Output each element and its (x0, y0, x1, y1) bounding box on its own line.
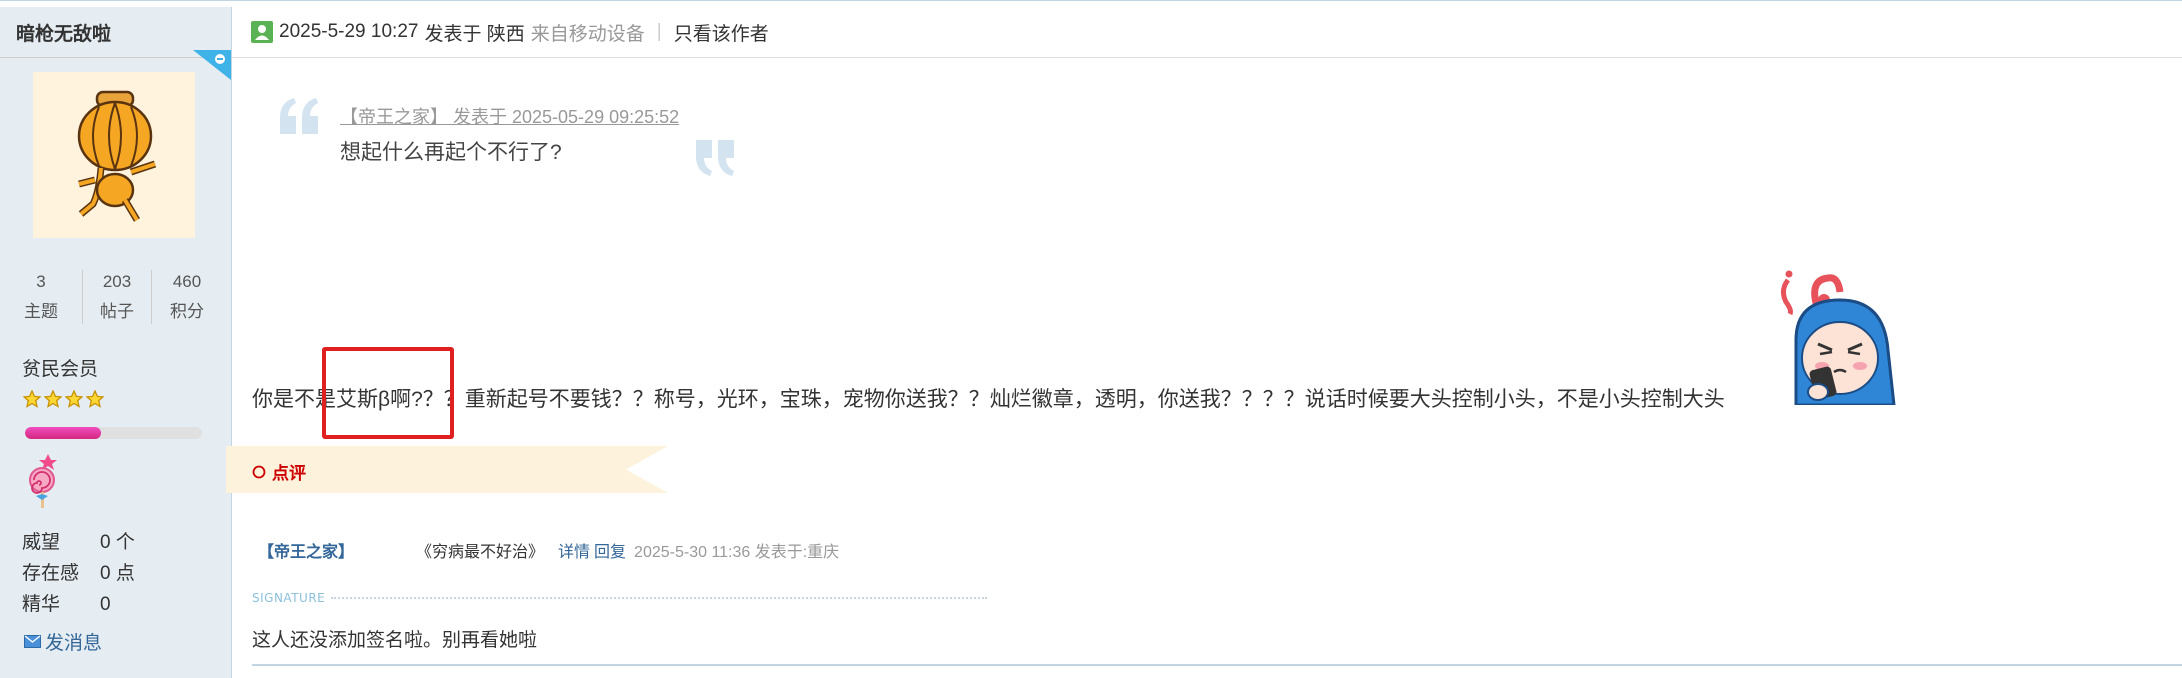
circle-icon (252, 465, 266, 478)
header-separator: | (656, 21, 662, 42)
confused-sticker-icon (1780, 270, 1896, 405)
info-digest: 精华 0 (22, 594, 111, 615)
stat-points[interactable]: 460 积分 (152, 270, 222, 324)
online-user-icon (251, 21, 273, 43)
pumpkin-avatar-icon (77, 90, 157, 222)
quote-open-icon (280, 98, 318, 134)
rank-stars (23, 390, 104, 408)
comment-reply-link[interactable]: 回复 (594, 538, 626, 562)
star-icon (65, 390, 83, 408)
credit-progress-bar (25, 427, 202, 439)
star-icon (44, 390, 62, 408)
signature-text: 这人还没添加签名啦。别再看她啦 (252, 630, 538, 651)
star-icon (23, 390, 41, 408)
comment-text: 《穷病最不好治》 (416, 544, 545, 561)
post-device: 来自移动设备 (530, 23, 645, 45)
user-stats: 3 主题 203 帖子 460 积分 (0, 270, 231, 324)
top-border (0, 0, 2182, 7)
post-header: 2025-5-29 10:27 发表于 陕西 来自移动设备 | 只看该作者 (232, 7, 2182, 58)
user-info: 威望 0 个 存在感 0 点 精华 0 (22, 527, 135, 620)
avatar[interactable] (33, 72, 195, 238)
post-timestamp: 2025-5-29 10:27 (279, 21, 419, 42)
quote-meta[interactable]: 【帝王之家】 发表于 2025-05-29 09:25:52 (340, 103, 679, 129)
credit-progress-fill (25, 427, 102, 439)
star-icon (86, 390, 104, 408)
highlight-annotation (322, 347, 454, 439)
stat-posts[interactable]: 203 帖子 (83, 270, 152, 324)
quote-close-icon (696, 140, 734, 176)
comment-detail-link[interactable]: 详情 (558, 538, 590, 562)
comment-item: 【帝王之家】 《穷病最不好治》 详情 回复 2025-5-30 11:36 发表… (258, 538, 839, 562)
signature-divider: SIGNATURE (252, 591, 987, 605)
signature-label: SIGNATURE (252, 591, 326, 605)
online-status-icon (193, 50, 231, 80)
comment-section-label[interactable]: 点评 (252, 459, 306, 484)
user-rank[interactable]: 贫民会员 (22, 354, 98, 381)
quote-text: 想起什么再起个不行了? (340, 141, 562, 164)
info-prestige: 威望 0 个 (22, 532, 135, 553)
send-message-link[interactable]: 发消息 (24, 628, 102, 655)
comment-user[interactable]: 【帝王之家】 (258, 538, 416, 562)
stat-threads[interactable]: 3 主题 (0, 270, 83, 324)
mail-icon (24, 635, 41, 648)
lollipop-medal-icon[interactable] (24, 452, 64, 510)
only-author-link[interactable]: 只看该作者 (674, 19, 769, 46)
comment-time: 2025-5-30 11:36 发表于:重庆 (634, 544, 840, 561)
post-location: 发表于 陕西 (424, 23, 525, 45)
post-body: 你是不是艾斯β啊?？？重新起号不要钱？？称号，光环，宝珠，宠物你送我？？灿烂徽章… (252, 388, 1725, 411)
bottom-divider (252, 664, 2182, 666)
info-presence: 存在感 0 点 (22, 563, 135, 584)
username[interactable]: 暗枪无敌啦 (16, 19, 111, 46)
